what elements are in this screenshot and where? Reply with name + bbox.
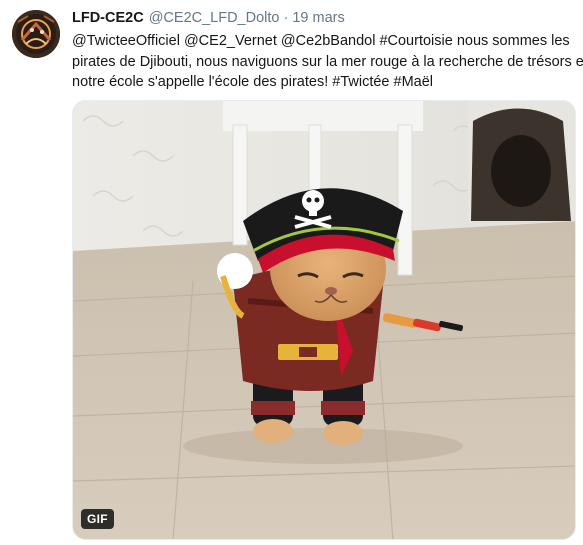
tweet-text-line: @TwicteeOfficiel @CE2_Vernet @Ce2bBandol…	[72, 33, 570, 49]
avatar-image	[12, 10, 60, 58]
tweet-header: LFD-CE2C @CE2C_LFD_Dolto · 19 mars	[72, 10, 345, 30]
author-name[interactable]: LFD-CE2C	[72, 10, 144, 26]
tweet-text-line: notre école s'appelle l'école des pirate…	[72, 74, 433, 90]
gif-image	[73, 101, 575, 539]
gif-badge: GIF	[81, 509, 114, 529]
tweet-text: @TwicteeOfficiel @CE2_Vernet @Ce2bBandol…	[72, 31, 583, 93]
tweet-date[interactable]: 19 mars	[292, 10, 344, 26]
tweet[interactable]: LFD-CE2C @CE2C_LFD_Dolto · 19 mars @Twic…	[0, 0, 583, 545]
tweet-media-gif[interactable]: GIF	[72, 100, 576, 540]
author-handle[interactable]: @CE2C_LFD_Dolto	[149, 10, 280, 26]
separator: ·	[283, 10, 289, 26]
tweet-text-line: pirates de Djibouti, nous naviguons sur …	[72, 53, 583, 70]
avatar[interactable]	[12, 10, 60, 58]
